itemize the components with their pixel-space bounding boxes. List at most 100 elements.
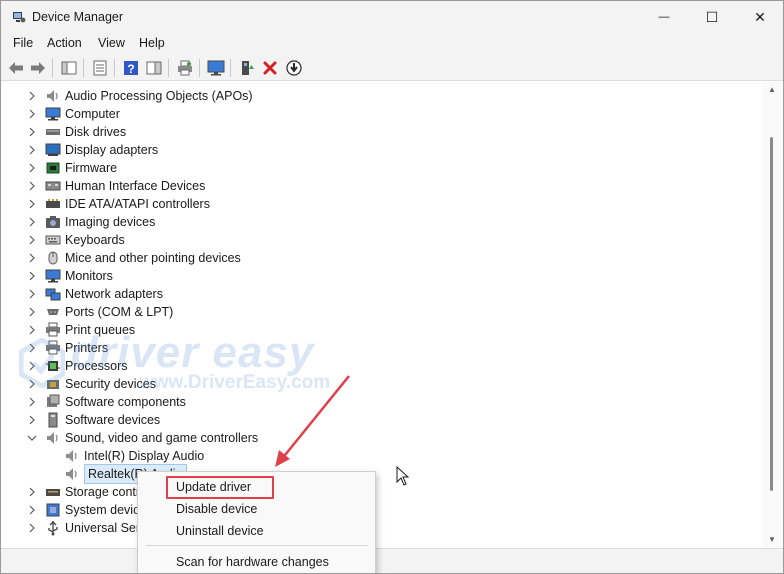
tree-item-computer[interactable]: Computer xyxy=(26,105,120,123)
tree-item-label: Keyboards xyxy=(65,233,125,247)
show-hide-console-tree-button[interactable] xyxy=(59,58,79,78)
chevron-right-icon[interactable] xyxy=(26,213,38,231)
menu-view[interactable]: View xyxy=(98,36,125,50)
chevron-right-icon[interactable] xyxy=(26,195,38,213)
print-button[interactable] xyxy=(175,58,195,78)
context-scan-hardware[interactable]: Scan for hardware changes xyxy=(176,555,329,569)
tree-item-ide-ata-atapi-controllers[interactable]: IDE ATA/ATAPI controllers xyxy=(26,195,210,213)
tree-item-security-devices[interactable]: Security devices xyxy=(26,375,156,393)
chevron-right-icon[interactable] xyxy=(26,411,38,429)
chevron-right-icon[interactable] xyxy=(26,339,38,357)
maximize-button[interactable]: ☐ xyxy=(689,1,735,33)
menu-help[interactable]: Help xyxy=(139,36,165,50)
chevron-right-icon[interactable] xyxy=(26,393,38,411)
menu-bar: File Action View Help xyxy=(1,33,783,55)
chevron-right-icon[interactable] xyxy=(26,357,38,375)
minimize-button[interactable]: — xyxy=(641,1,687,33)
tree-item-ports-com-lpt[interactable]: Ports (COM & LPT) xyxy=(26,303,173,321)
menu-file[interactable]: File xyxy=(13,36,33,50)
monitor-icon xyxy=(45,268,61,284)
action-pane-button[interactable] xyxy=(144,58,164,78)
mouse-icon xyxy=(45,250,61,266)
tree-item-human-interface-devices[interactable]: Human Interface Devices xyxy=(26,177,205,195)
close-button[interactable]: ✕ xyxy=(737,1,783,33)
chevron-right-icon[interactable] xyxy=(26,375,38,393)
update-driver-icon xyxy=(242,61,254,75)
tree-item-printers[interactable]: Printers xyxy=(26,339,108,357)
chevron-right-icon[interactable] xyxy=(26,321,38,339)
back-button[interactable] xyxy=(6,58,26,78)
chevron-right-icon[interactable] xyxy=(26,519,38,537)
console-tree-icon xyxy=(61,61,77,75)
disable-device-toolbar-button[interactable] xyxy=(284,58,304,78)
tree-item-system-devices[interactable]: System devices xyxy=(26,501,153,519)
tree-item-label: Mice and other pointing devices xyxy=(65,251,241,265)
tree-item-intel-r-display-audio[interactable]: Intel(R) Display Audio xyxy=(64,447,204,465)
scroll-thumb[interactable] xyxy=(770,137,773,491)
chevron-right-icon[interactable] xyxy=(26,177,38,195)
system-device-icon xyxy=(45,502,61,518)
software-device-icon xyxy=(45,412,61,428)
tree-item-sound-video-and-game-controllers[interactable]: Sound, video and game controllers xyxy=(26,429,258,447)
forward-button[interactable] xyxy=(28,58,48,78)
tree-item-monitors[interactable]: Monitors xyxy=(26,267,113,285)
help-button[interactable]: ? xyxy=(121,58,141,78)
ide-controller-icon xyxy=(45,196,61,212)
uninstall-device-toolbar-button[interactable] xyxy=(260,58,280,78)
tree-item-label: Software components xyxy=(65,395,186,409)
disk-drive-icon xyxy=(45,124,61,140)
scan-hardware-button[interactable] xyxy=(206,58,226,78)
disable-download-icon xyxy=(286,60,302,76)
chevron-right-icon[interactable] xyxy=(26,105,38,123)
menu-action[interactable]: Action xyxy=(47,36,82,50)
chevron-right-icon[interactable] xyxy=(26,87,38,105)
print-icon xyxy=(178,60,192,76)
chevron-right-icon[interactable] xyxy=(26,285,38,303)
tree-item-display-adapters[interactable]: Display adapters xyxy=(26,141,158,159)
tree-item-label: Intel(R) Display Audio xyxy=(84,449,205,463)
chevron-right-icon[interactable] xyxy=(26,123,38,141)
tree-item-disk-drives[interactable]: Disk drives xyxy=(26,123,126,141)
speaker-icon xyxy=(64,448,80,464)
device-manager-icon xyxy=(13,12,26,23)
tree-item-label: Display adapters xyxy=(65,143,159,157)
tree-item-processors[interactable]: Processors xyxy=(26,357,128,375)
update-driver-toolbar-button[interactable] xyxy=(237,58,257,78)
chevron-right-icon[interactable] xyxy=(26,483,38,501)
forward-arrow-icon xyxy=(31,62,45,74)
tree-item-software-devices[interactable]: Software devices xyxy=(26,411,160,429)
properties-icon xyxy=(93,60,107,76)
chevron-right-icon[interactable] xyxy=(26,303,38,321)
chevron-right-icon[interactable] xyxy=(26,267,38,285)
chevron-right-icon[interactable] xyxy=(26,501,38,519)
vertical-scrollbar[interactable]: ▲ ▼ xyxy=(763,82,781,548)
chevron-right-icon[interactable] xyxy=(26,249,38,267)
chevron-right-icon[interactable] xyxy=(26,159,38,177)
action-pane-icon xyxy=(146,61,162,75)
chevron-right-icon[interactable] xyxy=(26,141,38,159)
context-disable-device[interactable]: Disable device xyxy=(176,502,257,516)
scroll-down-icon[interactable]: ▼ xyxy=(767,536,777,544)
tree-item-software-components[interactable]: Software components xyxy=(26,393,186,411)
tree-item-network-adapters[interactable]: Network adapters xyxy=(26,285,163,303)
tree-item-label: Sound, video and game controllers xyxy=(65,431,259,445)
camera-icon xyxy=(45,214,61,230)
tree-item-firmware[interactable]: Firmware xyxy=(26,159,117,177)
chevron-right-icon[interactable] xyxy=(26,231,38,249)
toolbar: ? xyxy=(1,55,783,81)
tree-item-keyboards[interactable]: Keyboards xyxy=(26,231,125,249)
context-uninstall-device[interactable]: Uninstall device xyxy=(176,524,264,538)
tree-item-audio-processing-objects-apos[interactable]: Audio Processing Objects (APOs) xyxy=(26,87,253,105)
properties-button[interactable] xyxy=(90,58,110,78)
status-bar xyxy=(1,548,783,573)
tree-item-print-queues[interactable]: Print queues xyxy=(26,321,135,339)
tree-item-mice-and-other-pointing-devices[interactable]: Mice and other pointing devices xyxy=(26,249,241,267)
tree-item-imaging-devices[interactable]: Imaging devices xyxy=(26,213,155,231)
update-driver-highlight xyxy=(166,476,274,499)
chevron-down-icon[interactable] xyxy=(26,429,38,447)
title-bar: Device Manager — ☐ ✕ xyxy=(1,1,783,33)
tree-item-label: Ports (COM & LPT) xyxy=(65,305,174,319)
context-menu: Update driver Disable device Uninstall d… xyxy=(137,471,376,573)
scroll-up-icon[interactable]: ▲ xyxy=(767,86,777,94)
tree-item-label: Processors xyxy=(65,359,128,373)
